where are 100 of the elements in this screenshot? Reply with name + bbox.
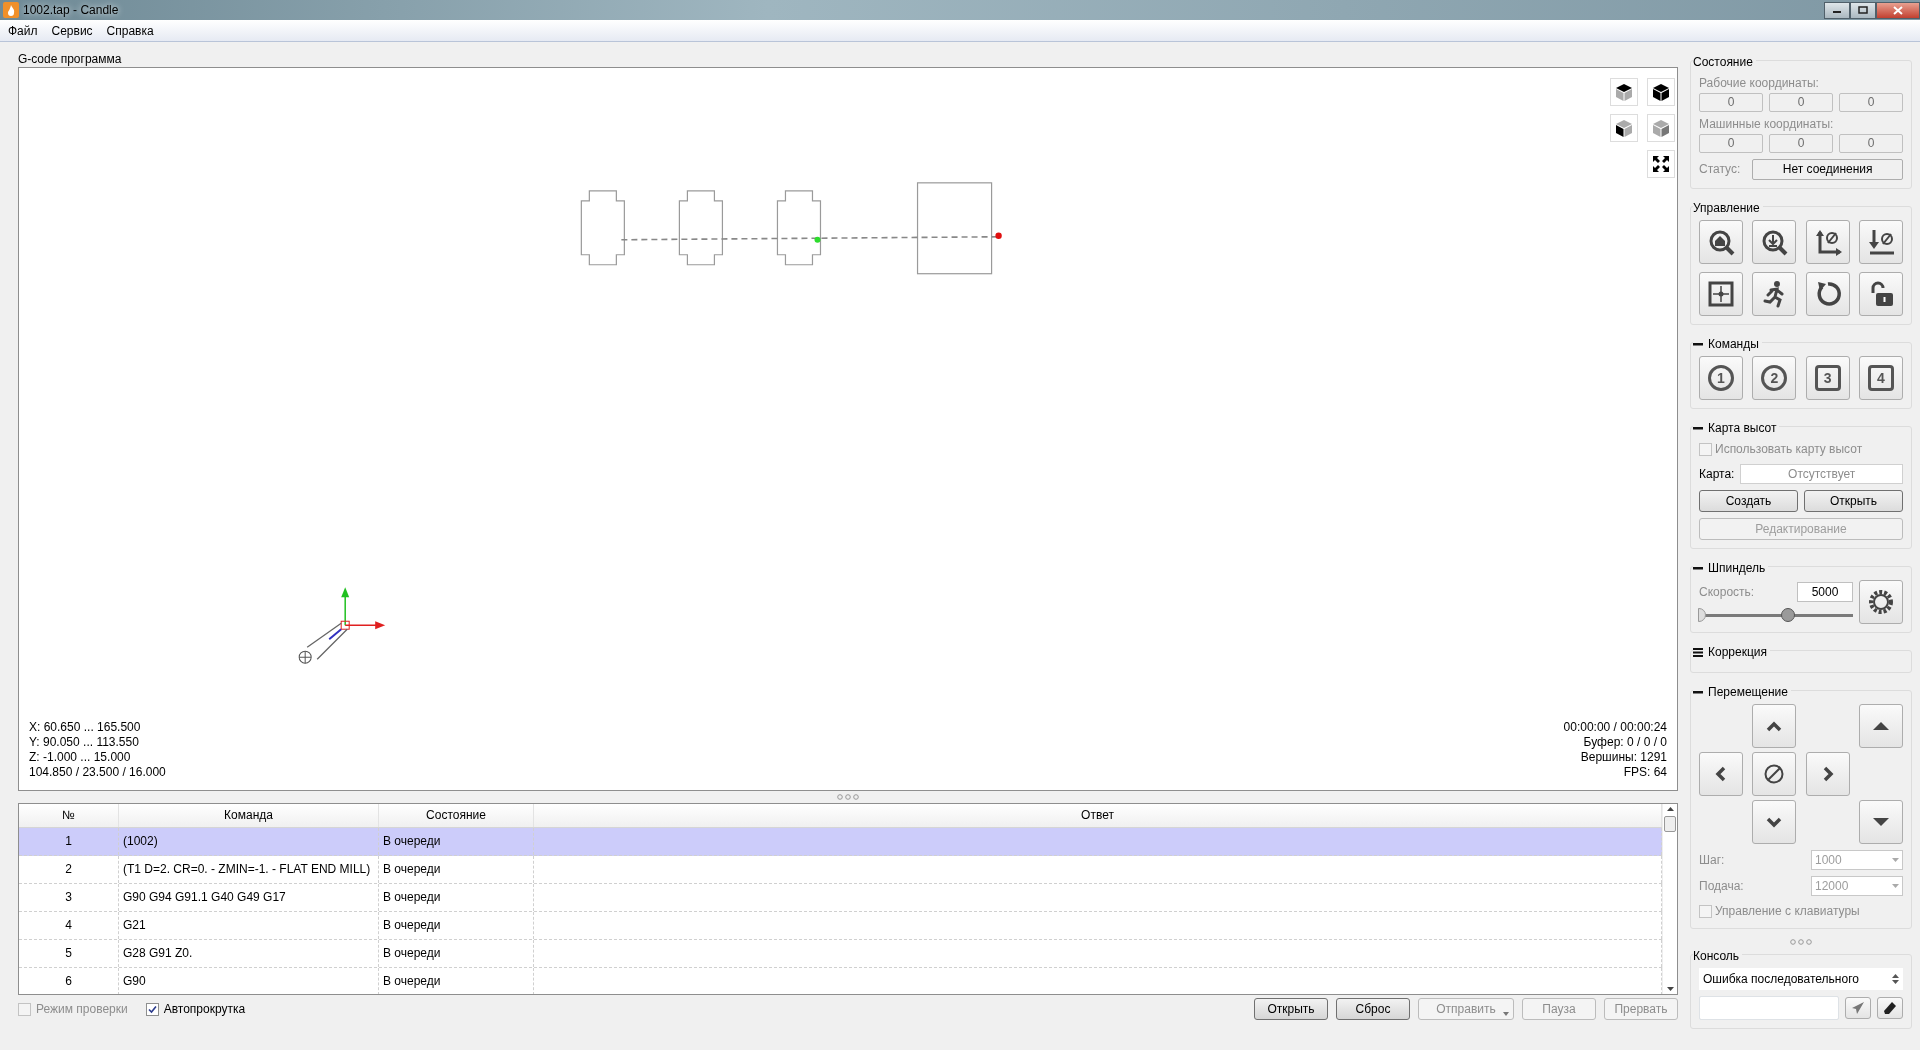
spindle-button[interactable] [1859,580,1903,624]
table-cell: 6 [19,968,119,994]
bounds-text: Z: -1.000 ... 15.000 [29,750,131,764]
command-input[interactable] [1699,996,1839,1020]
table-row[interactable]: 1 (1002) В очереди [19,828,1662,856]
jog-button[interactable] [1699,752,1743,796]
coordinate-field: 0 [1699,93,1763,112]
command-number: 2 [1761,365,1788,391]
command-button[interactable]: 4 [1859,356,1903,400]
checkbox-label: Использовать карту высот [1715,441,1863,458]
table-row[interactable]: 3 G90 G94 G91.1 G40 G49 G17 В очереди [19,884,1662,912]
field-label: Подача: [1699,877,1744,895]
control-button[interactable] [1699,220,1743,264]
command-button[interactable]: 2 [1752,356,1797,400]
menu-item[interactable]: Файл [4,21,42,40]
status-field: Нет соединения [1752,159,1903,180]
menu-item[interactable]: Справка [102,21,158,40]
control-button[interactable] [1805,220,1850,264]
table-cell: В очереди [379,940,534,967]
control-button[interactable] [1752,220,1797,264]
close-button[interactable] [1876,1,1920,19]
table-cell: 1 [19,828,119,855]
checkbox-label: Режим проверки [36,1001,128,1018]
action-button[interactable]: Открыть [1254,998,1328,1020]
speed-slider[interactable] [1699,608,1853,622]
command-button[interactable]: 3 [1805,356,1850,400]
stop-icon [1764,764,1785,784]
column-header[interactable]: Команда [119,804,379,827]
table-cell: G28 G91 Z0. [119,940,379,967]
gear-icon [1867,588,1895,616]
create-button[interactable]: Создать [1699,490,1798,512]
group-title: Управление [1693,200,1760,217]
scroll-down-icon [1665,984,1675,994]
coordinate-field: 0 [1839,134,1903,153]
field-label: Рабочие координаты: [1699,75,1820,92]
coordinate-field: 0 [1839,93,1903,112]
table-cell: 3 [19,884,119,911]
table-cell: В очереди [379,912,534,939]
control-button[interactable] [1859,220,1903,264]
group-title[interactable]: Карта высот [1708,419,1777,437]
table-cell: В очереди [379,968,534,994]
table-cell: G90 [119,968,379,994]
checkbox[interactable] [1699,442,1712,456]
table-row[interactable]: 2 (T1 D=2. CR=0. - ZMIN=-1. - FLAT END MILL) В очереди [19,856,1662,884]
minimize-button[interactable] [1824,1,1850,19]
dropdown-value: 12000 [1815,878,1849,895]
group-title: G-code программа [18,51,123,67]
slider-thumb[interactable] [1781,608,1796,622]
close-icon [1893,5,1903,15]
jog-button[interactable] [1752,752,1797,796]
fullscreen-button[interactable] [1647,150,1675,178]
stats-text: FPS: 64 [1623,765,1667,779]
cube-icon [1614,118,1634,138]
checkbox[interactable] [145,1002,159,1016]
command-number: 3 [1814,365,1841,391]
action-button[interactable]: Сброс [1336,998,1410,1020]
clear-button[interactable] [1877,996,1903,1019]
menu-item[interactable]: Сервис [47,21,97,40]
column-header[interactable]: Ответ [534,804,1662,827]
control-button[interactable] [1805,272,1850,316]
coordinate-field: 0 [1769,93,1833,112]
log-text: Ошибка последовательного [1703,971,1860,988]
column-header[interactable]: № [19,804,119,827]
control-button[interactable] [1752,272,1797,316]
checkbox[interactable] [1699,904,1712,918]
field-label: Статус: [1699,161,1741,178]
dropdown-value: 1000 [1815,852,1842,869]
table-row[interactable]: 5 G28 G91 Z0. В очереди [19,940,1662,968]
cube-icon [1651,82,1671,102]
magnifier-house-icon [1707,228,1735,256]
jog-button[interactable] [1859,704,1903,748]
jog-button[interactable] [1752,704,1797,748]
coordinate-field: 0 [1769,134,1833,153]
view-button[interactable] [1610,78,1638,106]
crosshair-frame-icon [1707,280,1735,308]
table-cell: В очереди [379,884,534,911]
speed-field[interactable]: 5000 [1797,582,1853,602]
column-header[interactable]: Состояние [379,804,534,827]
control-button[interactable] [1699,272,1743,316]
table-row[interactable]: 6 G90 В очереди [19,968,1662,994]
maximize-icon [1858,6,1868,14]
view-button[interactable] [1610,114,1638,142]
bounds-text: Y: 90.050 ... 113.550 [29,735,139,749]
caret-icon [1892,858,1899,862]
field-label: Карта: [1699,466,1735,483]
send-button[interactable] [1845,996,1871,1019]
maximize-button[interactable] [1850,1,1876,19]
command-button[interactable]: 1 [1699,356,1743,400]
jog-button[interactable] [1752,800,1797,844]
table-cell: 2 [19,856,119,883]
cube-icon [1651,118,1671,138]
jog-button[interactable] [1859,800,1903,844]
jog-button[interactable] [1805,752,1850,796]
bounds-text: X: 60.650 ... 165.500 [29,720,141,734]
scrollbar-thumb[interactable] [1664,816,1676,832]
group-title: Состояние [1693,54,1753,71]
control-button[interactable] [1859,272,1903,316]
table-row[interactable]: 4 G21 В очереди [19,912,1662,940]
view-button[interactable] [1647,78,1675,106]
open-button[interactable]: Открыть [1804,490,1903,512]
